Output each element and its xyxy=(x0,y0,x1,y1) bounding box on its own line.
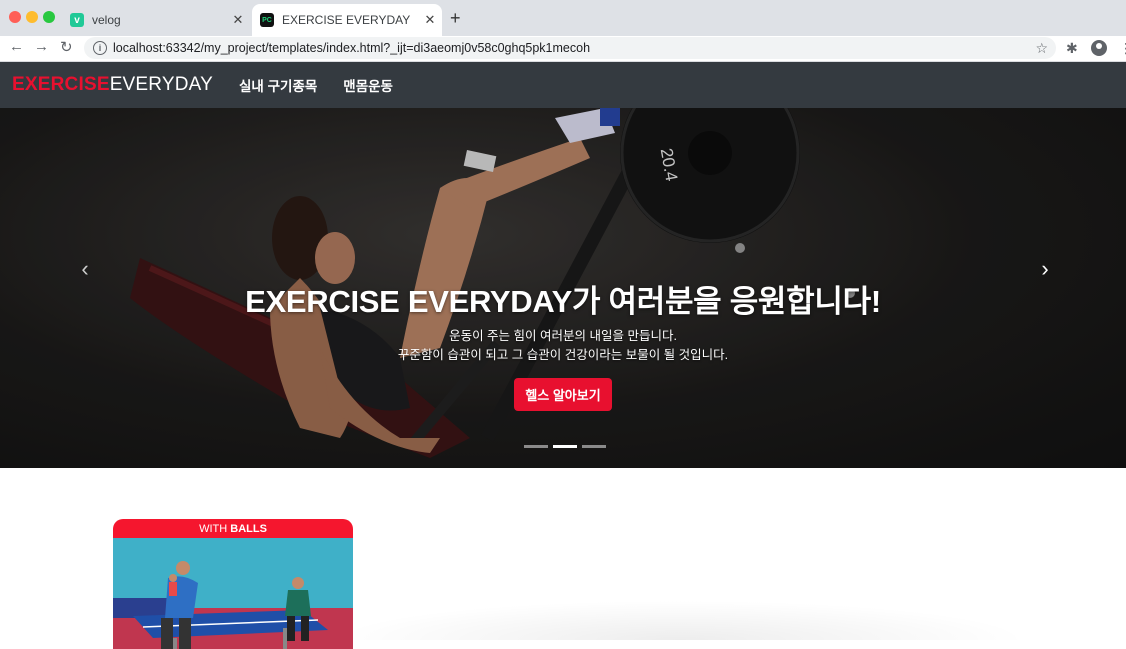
pycharm-favicon-icon: PC xyxy=(260,13,274,27)
address-bar[interactable]: i localhost:63342/my_project/templates/i… xyxy=(84,37,1056,59)
velog-favicon-icon: v xyxy=(70,13,84,27)
forward-icon[interactable]: → xyxy=(34,38,49,55)
new-tab-icon[interactable]: + xyxy=(450,8,461,29)
table-tennis-photo xyxy=(113,538,353,649)
hero-heading: EXERCISE EVERYDAY가 여러분을 응원합니다! xyxy=(245,284,881,319)
extensions-icon[interactable]: ✱ xyxy=(1066,40,1078,57)
hero-text: 운동이 주는 힘이 여러분의 내일을 만듭니다. 꾸준함이 습관이 되고 그 습… xyxy=(0,327,1126,365)
hero-caption: EXERCISE EVERYDAY가 여러분을 응원합니다! 운동이 주는 힘이… xyxy=(0,276,1126,411)
browser-menu-icon[interactable]: ⋮ xyxy=(1119,40,1126,57)
card-header-prefix: WITH xyxy=(199,523,228,535)
nav-link-bodyweight[interactable]: 맨몸운동 xyxy=(343,75,393,95)
profile-avatar-icon[interactable] xyxy=(1091,40,1107,56)
reload-icon[interactable]: ↻ xyxy=(60,38,73,56)
browser-tab-velog[interactable]: v velog ✕ xyxy=(62,4,250,36)
bookmark-star-icon[interactable]: ☆ xyxy=(1035,40,1048,57)
maximize-window-button[interactable] xyxy=(43,11,55,23)
url-text[interactable]: localhost:63342/my_project/templates/ind… xyxy=(113,41,1035,55)
tab-title: velog xyxy=(92,13,121,27)
browser-tab-bar: v velog ✕ PC EXERCISE EVERYDAY ✕ + xyxy=(0,0,1126,36)
back-icon[interactable]: ← xyxy=(9,38,24,55)
close-tab-icon[interactable]: ✕ xyxy=(230,12,246,28)
card-header-bold: BALLS xyxy=(230,523,267,535)
close-tab-icon[interactable]: ✕ xyxy=(422,12,438,28)
hero-line-2: 꾸준함이 습관이 되고 그 습관이 건강이라는 보물이 될 것입니다. xyxy=(397,348,729,362)
card-header: WITH BALLS xyxy=(113,519,353,538)
close-window-button[interactable] xyxy=(9,11,21,23)
browser-toolbar: ← → ↻ i localhost:63342/my_project/templ… xyxy=(0,36,1126,62)
section-shadow xyxy=(330,600,1030,640)
carousel-indicators xyxy=(524,445,606,448)
site-navbar: EXERCISEEVERYDAY 실내 구기종목 맨몸운동 xyxy=(0,62,1126,108)
nav-link-indoor-ball-sports[interactable]: 실내 구기종목 xyxy=(239,75,317,95)
site-logo[interactable]: EXERCISEEVERYDAY xyxy=(12,74,213,96)
site-info-icon[interactable]: i xyxy=(93,41,107,55)
minimize-window-button[interactable] xyxy=(26,11,38,23)
carousel-indicator-3[interactable] xyxy=(582,445,606,448)
logo-part-exercise: EXERCISE xyxy=(12,74,110,95)
browser-tab-exercise[interactable]: PC EXERCISE EVERYDAY ✕ xyxy=(252,4,442,36)
hero-line-1: 운동이 주는 힘이 여러분의 내일을 만듭니다. xyxy=(449,329,677,343)
sport-card-balls[interactable]: WITH BALLS xyxy=(113,519,353,649)
carousel-indicator-1[interactable] xyxy=(524,445,548,448)
hero-carousel: 20.4 ‹ › EXERCISE EVERYDAY가 여러분을 응원합니다! … xyxy=(0,108,1126,468)
logo-part-everyday: EVERYDAY xyxy=(109,74,214,95)
carousel-indicator-2[interactable] xyxy=(553,445,577,448)
tab-title: EXERCISE EVERYDAY xyxy=(282,13,411,27)
learn-health-button[interactable]: 헬스 알아보기 xyxy=(514,378,612,411)
